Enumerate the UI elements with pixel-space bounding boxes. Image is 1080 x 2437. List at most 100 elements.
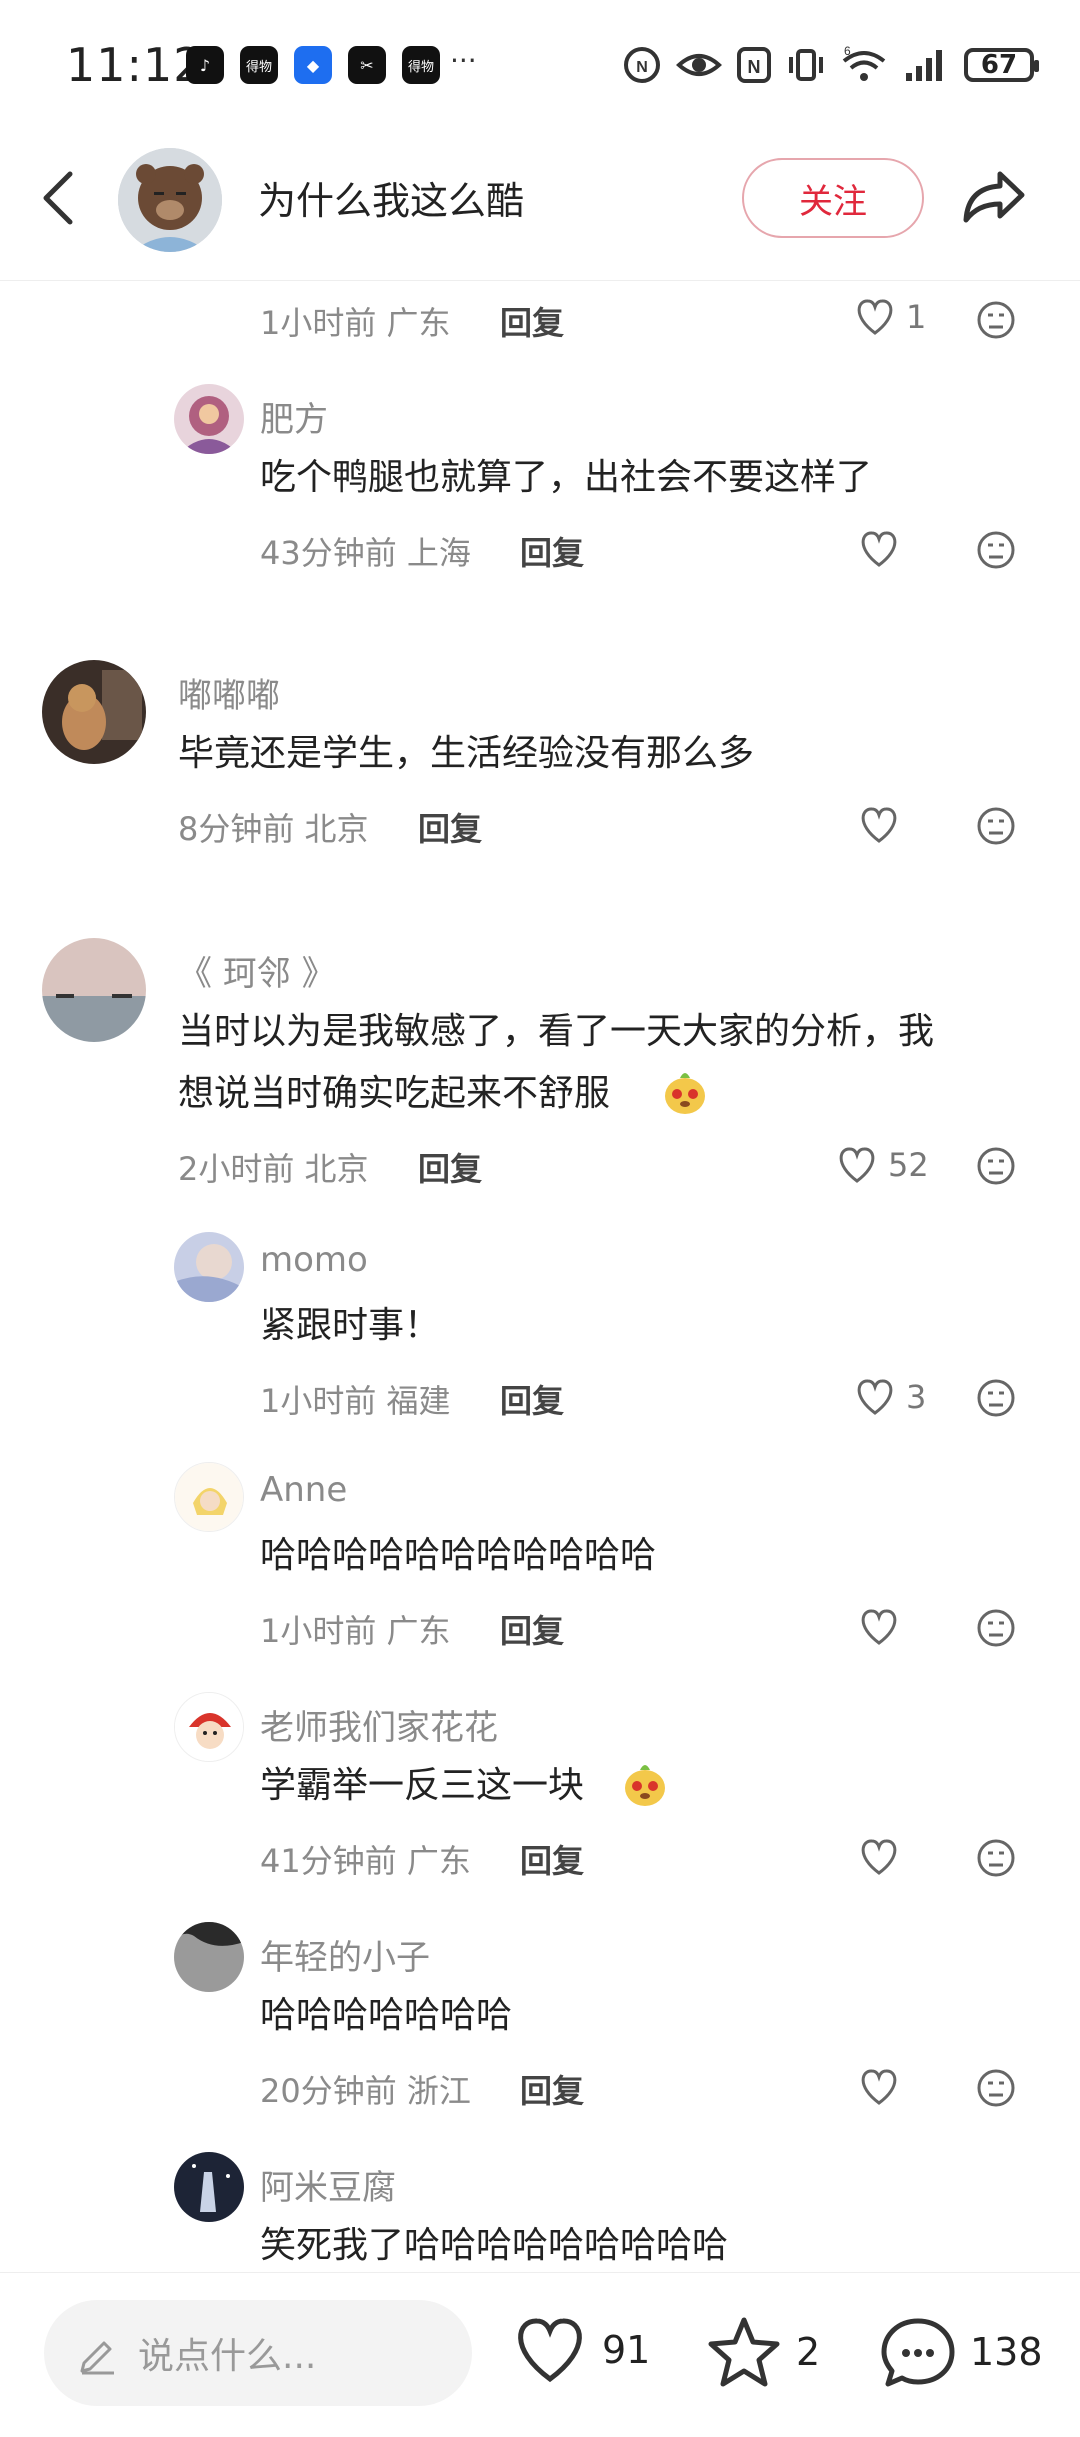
emoji-sticker-icon <box>665 1073 705 1114</box>
comment-location: 北京 <box>304 1150 369 1188</box>
comment-text: 学霸举一反三这一块 <box>260 1756 584 1816</box>
comment-button[interactable]: 138 <box>880 2316 1043 2388</box>
reply-button[interactable]: 回复 <box>500 298 564 344</box>
heart-icon <box>861 1609 897 1645</box>
user-avatar[interactable] <box>174 2152 244 2222</box>
follow-button[interactable]: 关注 <box>742 158 924 238</box>
comment-username[interactable]: 肥方 <box>260 392 328 441</box>
user-avatar[interactable] <box>174 1232 244 1302</box>
comment-username[interactable]: 阿米豆腐 <box>260 2160 396 2209</box>
comment-text: 紧跟时事！ <box>260 1305 441 1346</box>
header-divider <box>0 280 1080 281</box>
post-favorite-count: 2 <box>796 2330 821 2374</box>
comment-text: 毕竟还是学生，生活经验没有那么多 <box>178 733 755 774</box>
comment-time-location: 1小时前 广东 <box>260 1606 451 1652</box>
capcut-app-icon: ✂ <box>348 46 386 84</box>
author-name[interactable]: 为什么我这么酷 <box>258 170 524 225</box>
bottom-divider <box>0 2272 1080 2273</box>
comment-time-location: 41分钟前 广东 <box>260 1836 471 1882</box>
heart-icon <box>861 531 897 567</box>
pencil-icon <box>80 2341 114 2375</box>
back-arrow-icon[interactable] <box>36 166 80 230</box>
dislike-icon[interactable] <box>976 2068 1016 2108</box>
comment-input-placeholder: 说点什么... <box>138 2336 317 2377</box>
comment-time: 2小时前 <box>178 1150 295 1188</box>
like-button[interactable]: 1 <box>854 298 926 336</box>
comment-text-line-2: 想说当时确实吃起来不舒服 <box>178 1064 610 1124</box>
nfc-icon: N <box>737 47 771 83</box>
comment-username[interactable]: 《 珂邻 》 <box>178 946 336 995</box>
avatar-image <box>175 1463 243 1531</box>
avatar-image <box>174 1922 244 1992</box>
dislike-icon[interactable] <box>976 1838 1016 1878</box>
like-button[interactable] <box>858 1608 900 1646</box>
comment-username[interactable]: Anne <box>260 1470 347 1510</box>
battery-level: 67 <box>980 50 1018 80</box>
avatar-image <box>174 384 244 454</box>
avatar-image <box>174 1232 244 1302</box>
heart-icon <box>839 1147 875 1183</box>
like-post-button[interactable]: 91 <box>512 2316 650 2384</box>
share-icon[interactable] <box>960 166 1028 226</box>
comment-input[interactable]: 说点什么... <box>44 2300 472 2406</box>
dislike-icon[interactable] <box>976 300 1016 340</box>
hd-icon: N <box>624 47 660 83</box>
status-icons: N N 6 67 <box>622 40 1039 90</box>
more-notifications-icon: ··· <box>450 44 477 77</box>
comment-time-location: 20分钟前 浙江 <box>260 2066 471 2112</box>
dewu-app-icon: 得物 <box>240 46 278 84</box>
favorite-button[interactable]: 2 <box>706 2316 820 2388</box>
like-button[interactable]: 52 <box>836 1146 929 1184</box>
user-avatar[interactable] <box>174 1922 244 1992</box>
comment-username[interactable]: 嘟嘟嘟 <box>178 668 280 717</box>
avatar-image <box>42 938 146 1042</box>
reply-button[interactable]: 回复 <box>418 1144 482 1190</box>
user-avatar[interactable] <box>174 1462 244 1532</box>
eye-icon <box>676 54 722 76</box>
comment-username[interactable]: momo <box>260 1240 368 1280</box>
like-button[interactable]: 3 <box>854 1378 926 1416</box>
user-avatar[interactable] <box>174 1692 244 1762</box>
dislike-icon[interactable] <box>976 530 1016 570</box>
battery-indicator: 67 <box>964 48 1039 82</box>
reply-button[interactable]: 回复 <box>520 528 584 574</box>
reply-button[interactable]: 回复 <box>418 804 482 850</box>
tiktok-app-icon: ♪ <box>186 46 224 84</box>
dislike-icon[interactable] <box>976 806 1016 846</box>
dislike-icon[interactable] <box>976 1146 1016 1186</box>
dewu-app-icon-2: 得物 <box>402 46 440 84</box>
reply-button[interactable]: 回复 <box>520 1836 584 1882</box>
comment-username[interactable]: 年轻的小子 <box>260 1930 430 1979</box>
comment-time: 1小时前 <box>260 1612 377 1650</box>
like-button[interactable] <box>858 806 900 844</box>
reply-button[interactable]: 回复 <box>520 2066 584 2112</box>
avatar-image <box>42 660 146 764</box>
reply-button[interactable]: 回复 <box>500 1606 564 1652</box>
wifi-icon: 6 <box>842 45 886 81</box>
like-button[interactable] <box>858 2068 900 2106</box>
dislike-icon[interactable] <box>976 1608 1016 1648</box>
vibrate-icon <box>789 49 823 81</box>
comment-time: 20分钟前 <box>260 2072 397 2110</box>
like-button[interactable] <box>858 530 900 568</box>
svg-text:6: 6 <box>844 45 851 58</box>
user-avatar[interactable] <box>42 660 146 764</box>
star-icon <box>708 2317 780 2387</box>
comment-location: 福建 <box>386 1382 451 1420</box>
dislike-icon[interactable] <box>976 1378 1016 1418</box>
author-avatar[interactable] <box>118 148 222 252</box>
comment-text: 哈哈哈哈哈哈哈 <box>260 1995 513 2036</box>
reply-button[interactable]: 回复 <box>500 1376 564 1422</box>
user-avatar[interactable] <box>174 384 244 454</box>
comment-text: 笑死我了哈哈哈哈哈哈哈哈哈 <box>260 2225 729 2266</box>
comment-location: 广东 <box>406 1842 471 1880</box>
comment-time: 41分钟前 <box>260 1842 397 1880</box>
comment-username[interactable]: 老师我们家花花 <box>260 1700 498 1749</box>
user-avatar[interactable] <box>42 938 146 1042</box>
comment-text: 哈哈哈哈哈哈哈哈哈哈哈 <box>260 1535 657 1576</box>
comment-text: 吃个鸭腿也就算了，出社会不要这样了 <box>260 457 873 498</box>
avatar-image <box>174 2152 244 2222</box>
comment-time: 1小时前 <box>260 1382 377 1420</box>
like-button[interactable] <box>858 1838 900 1876</box>
like-count: 1 <box>906 298 927 336</box>
